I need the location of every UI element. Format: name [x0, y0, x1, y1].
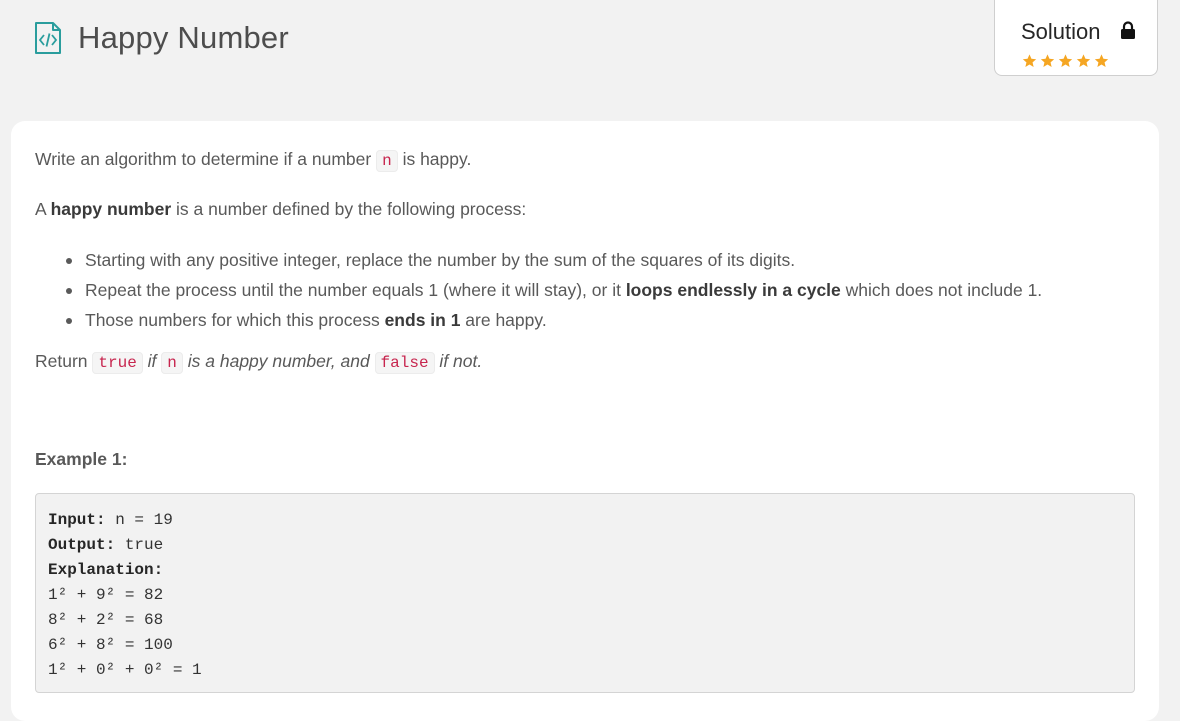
output-value: true	[115, 536, 164, 554]
list-item: Those numbers for which this process end…	[65, 305, 1042, 335]
list-item: Starting with any positive integer, repl…	[65, 245, 1042, 275]
explanation-line: 1² + 0² + 0² = 1	[48, 661, 202, 679]
title-wrap: Happy Number	[34, 20, 289, 56]
text: which does not include 1.	[840, 280, 1043, 300]
inline-code: true	[92, 352, 143, 374]
text: Starting with any positive integer, repl…	[85, 250, 796, 270]
bold-term: happy number	[50, 199, 172, 219]
star-icon	[1076, 54, 1091, 67]
explanation-line: 6² + 8² = 100	[48, 636, 173, 654]
explanation-label: Explanation:	[48, 561, 164, 579]
explanation-line: 8² + 2² = 68	[48, 611, 164, 629]
example-code-block: Input: n = 19 Output: true Explanation: …	[35, 493, 1135, 693]
star-icon	[1058, 54, 1073, 67]
example-explanation-label: Explanation:	[48, 558, 1122, 583]
input-value: n = 19	[105, 511, 173, 529]
explanation-line: 1² + 9² = 82	[48, 586, 164, 604]
example-title: Example 1:	[35, 449, 128, 469]
bold-term: loops endlessly in a cycle	[625, 280, 841, 300]
text: are happy.	[460, 310, 547, 330]
text: if not.	[434, 351, 483, 371]
text: if	[142, 351, 162, 371]
solution-label: Solution	[1021, 19, 1101, 44]
text: Repeat the process until the number equa…	[85, 280, 626, 300]
intro-paragraph: Write an algorithm to determine if a num…	[35, 149, 472, 172]
header: Happy Number Solution	[0, 0, 1180, 110]
text: is a happy number, and	[182, 351, 375, 371]
rating-stars	[1021, 53, 1110, 69]
process-list: Starting with any positive integer, repl…	[35, 245, 1042, 335]
text: Return	[35, 351, 93, 371]
inline-code: false	[374, 352, 435, 374]
description-card: Write an algorithm to determine if a num…	[11, 121, 1159, 721]
star-icon	[1022, 54, 1037, 67]
solution-button[interactable]: Solution	[994, 0, 1158, 76]
input-label: Input:	[48, 511, 106, 529]
text: Those numbers for which this process	[85, 310, 385, 330]
example-input-line: Input: n = 19	[48, 508, 1122, 533]
inline-code: n	[376, 150, 398, 172]
text: is a number defined by the following pro…	[171, 199, 527, 219]
page-title: Happy Number	[78, 20, 289, 55]
code-file-icon	[35, 22, 61, 54]
star-icon	[1040, 54, 1055, 67]
example-output-line: Output: true	[48, 533, 1122, 558]
inline-code: n	[161, 352, 183, 374]
return-paragraph: Return true if n is a happy number, and …	[35, 351, 483, 374]
text: Write an algorithm to determine if a num…	[35, 149, 377, 169]
bold-term: ends in 1	[384, 310, 461, 330]
text: A	[35, 199, 51, 219]
definition-paragraph: A happy number is a number defined by th…	[35, 199, 526, 220]
lock-icon	[1121, 21, 1135, 39]
output-label: Output:	[48, 536, 116, 554]
list-item: Repeat the process until the number equa…	[65, 275, 1043, 305]
star-icon	[1094, 54, 1109, 67]
text: is happy.	[397, 149, 472, 169]
